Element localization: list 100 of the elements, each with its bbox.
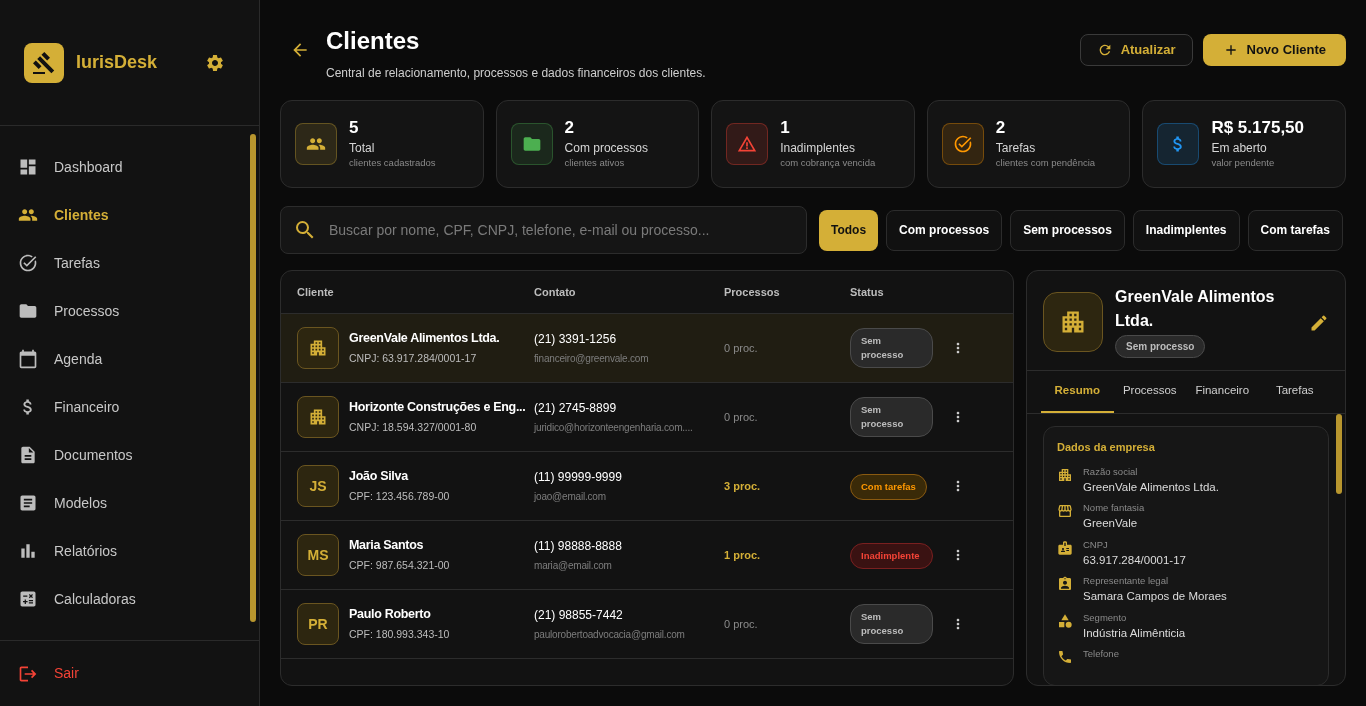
sidebar-item[interactable]: Financeiro	[0, 383, 259, 431]
field-label: Telefone	[1083, 647, 1119, 661]
detail-tab[interactable]: Processos	[1113, 371, 1186, 413]
process-count: 0 proc.	[724, 616, 759, 632]
client-email: juridico@horizonteengenharia.com....	[534, 421, 694, 435]
field-value: Samara Campos de Moraes	[1083, 589, 1227, 605]
stat-label: Total	[349, 139, 376, 156]
client-avatar: MS	[297, 534, 339, 576]
client-name: João Silva	[349, 468, 410, 486]
stat-label: Inadimplentes	[780, 139, 856, 156]
status-badge: Com tarefas	[850, 473, 927, 500]
logout-item[interactable]: Sair	[0, 663, 97, 684]
status-badge: Sem processo	[850, 328, 933, 368]
detail-tab[interactable]: Resumo	[1041, 371, 1114, 413]
building-icon	[1057, 466, 1073, 483]
client-document: CNPJ: 18.594.327/0001-80	[349, 420, 478, 435]
stat-caption: clientes ativos	[564, 155, 626, 170]
sidebar-item[interactable]: Tarefas	[0, 239, 259, 287]
search-bar[interactable]: Buscar por nome, CPF, CNPJ, telefone, e-mail ou processo...	[280, 206, 807, 254]
sidebar-item[interactable]: Clientes	[0, 191, 259, 239]
client-phone: (21) 2745-8899	[534, 400, 618, 417]
column-header: Processos	[724, 284, 781, 300]
bar-chart-icon	[18, 541, 38, 561]
building-icon	[308, 407, 328, 427]
process-count: 0 proc.	[724, 409, 759, 425]
id-badge-icon	[1057, 539, 1073, 556]
sidebar-item[interactable]: Relatórios	[0, 527, 259, 575]
warning-icon	[737, 134, 758, 154]
calculator-icon	[18, 589, 38, 609]
client-row[interactable]: MS Maria Santos CPF: 987.654.321-00 (11) 98888-8888 maria@email.com 1 proc. Inadimplente	[281, 521, 1013, 590]
process-count: 3 proc.	[724, 478, 762, 494]
filter-chip[interactable]: Inadimplentes	[1132, 209, 1240, 251]
sidebar-item[interactable]: Dashboard	[0, 143, 259, 191]
filter-chip[interactable]: Com processos	[886, 209, 1003, 251]
client-document: CNPJ: 63.917.284/0001-17	[349, 351, 478, 366]
sidebar-item[interactable]: Documentos	[0, 431, 259, 479]
detail-tab[interactable]: Tarefas	[1258, 371, 1331, 413]
client-email: paulorobertoadvocacia@gmail.com	[534, 628, 686, 642]
filter-chip[interactable]: Sem processos	[1010, 209, 1125, 251]
client-avatar: JS	[297, 465, 339, 507]
stat-value: R$ 5.175,50	[1211, 117, 1305, 138]
id-card-icon	[1057, 576, 1073, 592]
detail-tab[interactable]: Financeiro	[1186, 371, 1259, 413]
client-avatar: PR	[297, 603, 339, 645]
client-phone: (21) 3391-1256	[534, 331, 618, 348]
sidebar-item[interactable]: Agenda	[0, 335, 259, 383]
field-label: Representante legal	[1083, 574, 1170, 588]
column-header: Contato	[534, 284, 577, 300]
search-field[interactable]: Buscar por nome, CPF, CNPJ, telefone, e-mail ou processo...	[329, 219, 794, 241]
client-row[interactable]: JS João Silva CPF: 123.456.789-00 (11) 99999-9999 joao@email.com 3 proc. Com tarefas	[281, 452, 1013, 521]
sidebar-item[interactable]: Calculadoras	[0, 575, 259, 623]
client-row[interactable]: Horizonte Construções e Eng... CNPJ: 18.594.327/0001-80 (21) 2745-8899 juridico@horizonteengenharia.com.... 0 proc. Sem processo	[281, 383, 1013, 452]
client-name: Paulo Roberto	[349, 606, 432, 624]
sidebar-item[interactable]: Modelos	[0, 479, 259, 527]
page-title: Clientes	[326, 26, 421, 56]
store-icon	[1057, 503, 1073, 519]
edit-icon[interactable]	[1309, 313, 1329, 333]
phone-icon	[1057, 649, 1073, 665]
filter-chip[interactable]: Todos	[819, 209, 879, 251]
field-value: GreenVale Alimentos Ltda.	[1083, 479, 1219, 495]
client-name: Horizonte Construções e Eng...	[349, 399, 526, 417]
article-icon	[18, 493, 38, 513]
detail-name: GreenVale Alimentos Ltda.	[1115, 287, 1276, 331]
client-email: joao@email.com	[534, 490, 607, 504]
dashboard-icon	[18, 157, 38, 177]
field-value: GreenVale	[1083, 516, 1139, 532]
status-badge: Sem processo	[850, 397, 933, 437]
process-count: 1 proc.	[724, 547, 762, 563]
filter-chip[interactable]: Com tarefas	[1247, 209, 1343, 251]
sidebar-item[interactable]: Processos	[0, 287, 259, 335]
field-value: Indústria Alimênticia	[1083, 625, 1186, 641]
stat-caption: valor pendente	[1211, 155, 1276, 170]
new-client-button[interactable]: Novo Cliente	[1202, 34, 1346, 66]
refresh-button[interactable]: Atualizar	[1079, 34, 1193, 66]
folder-icon	[521, 134, 542, 154]
client-phone: (11) 99999-9999	[534, 469, 623, 486]
folder-icon	[18, 301, 38, 321]
brand-name: IurisDesk	[76, 51, 158, 74]
stat-caption: clientes cadastrados	[349, 155, 436, 170]
client-name: GreenVale Alimentos Ltda.	[349, 330, 500, 348]
stat-value: 2	[564, 117, 576, 138]
settings-icon[interactable]	[205, 52, 225, 73]
section-title: Dados da empresa	[1057, 440, 1156, 455]
field-label: Nome fantasia	[1083, 501, 1145, 515]
scrollbar[interactable]	[1336, 414, 1342, 494]
status-badge: Sem processo	[1115, 335, 1206, 358]
client-name: Maria Santos	[349, 537, 425, 555]
building-icon	[308, 338, 328, 358]
calendar-icon	[18, 349, 38, 369]
status-badge: Sem processo	[850, 604, 933, 644]
client-document: CPF: 123.456.789-00	[349, 489, 450, 504]
scrollbar[interactable]	[250, 134, 256, 622]
client-document: CPF: 987.654.321-00	[349, 558, 450, 573]
client-row[interactable]: GreenVale Alimentos Ltda. CNPJ: 63.917.284/0001-17 (21) 3391-1256 financeiro@greenvale.com 0 proc. Sem processo	[281, 314, 1013, 383]
stat-label: Com processos	[564, 139, 648, 156]
client-phone: (21) 98855-7442	[534, 607, 624, 624]
client-row[interactable]: PR Paulo Roberto CPF: 180.993.343-10 (21) 98855-7442 paulorobertoadvocacia@gmail.com 0 proc. Sem processo	[281, 590, 1013, 659]
client-phone: (11) 98888-8888	[534, 538, 623, 555]
stat-value: 2	[995, 117, 1007, 138]
field-value: 63.917.284/0001-17	[1083, 552, 1186, 568]
